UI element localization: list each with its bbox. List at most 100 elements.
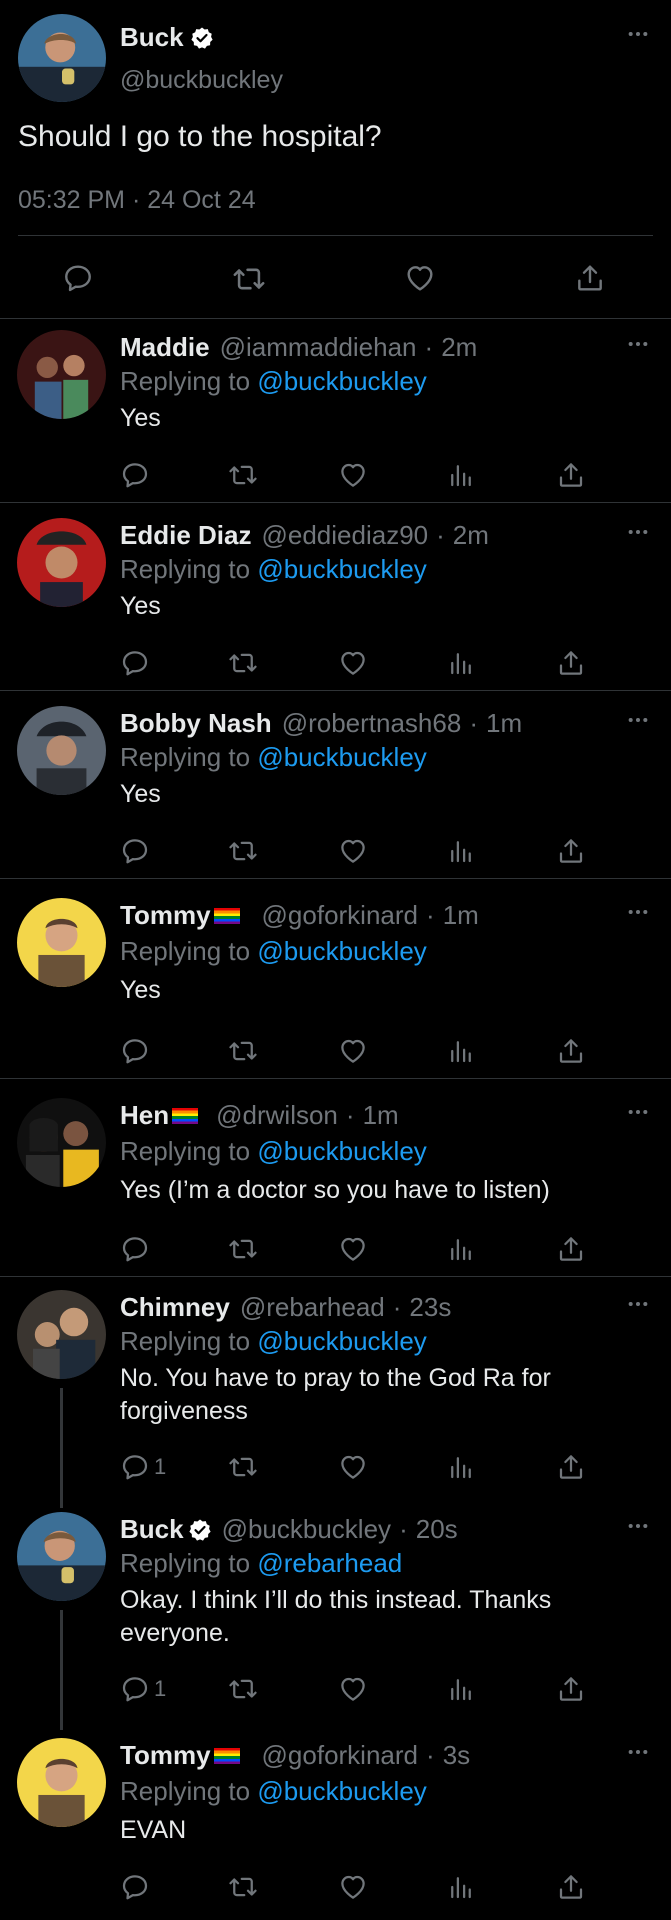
- share-icon[interactable]: [556, 1674, 586, 1704]
- retweet-icon[interactable]: [228, 1674, 258, 1704]
- heart-icon[interactable]: [338, 460, 368, 490]
- replying-to-link[interactable]: @buckbuckley: [257, 1776, 426, 1806]
- reply-tweet[interactable]: Buck @buckbuckley · 20s Replying to @rebarh…: [0, 1502, 671, 1724]
- ellipsis-icon[interactable]: [627, 1108, 649, 1116]
- views-icon[interactable]: [446, 648, 476, 678]
- heart-icon[interactable]: [338, 1872, 368, 1902]
- views-icon[interactable]: [446, 1872, 476, 1902]
- reply-time[interactable]: 3s: [443, 1740, 470, 1771]
- share-icon[interactable]: [556, 648, 586, 678]
- reply-tweet[interactable]: Maddie @iammaddiehan · 2m Replying to @buck…: [0, 320, 671, 502]
- retweet-icon[interactable]: [232, 262, 266, 296]
- avatar[interactable]: [17, 1098, 106, 1187]
- reply-author-handle[interactable]: @iammaddiehan: [220, 332, 417, 363]
- share-icon[interactable]: [556, 460, 586, 490]
- views-icon[interactable]: [446, 1036, 476, 1066]
- views-icon[interactable]: [446, 1234, 476, 1264]
- replying-to-link[interactable]: @buckbuckley: [257, 554, 426, 584]
- reply-time[interactable]: 20s: [416, 1514, 458, 1545]
- share-icon[interactable]: [556, 1036, 586, 1066]
- share-icon[interactable]: [556, 1872, 586, 1902]
- heart-icon[interactable]: [338, 1234, 368, 1264]
- reply-tweet[interactable]: Tommy @goforkinard · 3s Replying to @buckbu…: [0, 1728, 671, 1920]
- replying-to-link[interactable]: @buckbuckley: [257, 936, 426, 966]
- replying-to-link[interactable]: @buckbuckley: [257, 742, 426, 772]
- reply-time[interactable]: 1m: [363, 1100, 399, 1131]
- avatar[interactable]: [18, 14, 106, 102]
- reply-author-handle[interactable]: @eddiediaz90: [261, 520, 428, 551]
- retweet-icon[interactable]: [228, 1452, 258, 1482]
- retweet-icon[interactable]: [228, 1872, 258, 1902]
- views-icon[interactable]: [446, 836, 476, 866]
- avatar[interactable]: [17, 1290, 106, 1379]
- author-name[interactable]: Buck: [120, 22, 184, 53]
- replying-to-link[interactable]: @buckbuckley: [257, 366, 426, 396]
- ellipsis-icon[interactable]: [627, 1748, 649, 1756]
- reply-author-handle[interactable]: @goforkinard: [262, 900, 418, 931]
- avatar[interactable]: [17, 706, 106, 795]
- ellipsis-icon[interactable]: [627, 1522, 649, 1530]
- heart-icon[interactable]: [338, 836, 368, 866]
- reply-author-name[interactable]: Hen: [120, 1100, 169, 1131]
- share-icon[interactable]: [556, 836, 586, 866]
- reply-tweet[interactable]: Eddie Diaz @eddiediaz90 · 2m Replying to @b…: [0, 508, 671, 690]
- reply-icon[interactable]: [120, 1234, 150, 1264]
- reply-author-name[interactable]: Maddie: [120, 332, 210, 363]
- replying-to-link[interactable]: @buckbuckley: [257, 1326, 426, 1356]
- reply-icon[interactable]: [62, 262, 94, 294]
- reply-author-handle[interactable]: @buckbuckley: [222, 1514, 391, 1545]
- ellipsis-icon[interactable]: [627, 340, 649, 348]
- views-icon[interactable]: [446, 460, 476, 490]
- reply-icon[interactable]: [120, 1452, 150, 1482]
- reply-time[interactable]: 1m: [486, 708, 522, 739]
- reply-tweet[interactable]: Hen @drwilson · 1m Replying to @buckbuckley…: [0, 1088, 671, 1276]
- retweet-icon[interactable]: [228, 1234, 258, 1264]
- views-icon[interactable]: [446, 1452, 476, 1482]
- views-icon[interactable]: [446, 1674, 476, 1704]
- reply-icon[interactable]: [120, 836, 150, 866]
- retweet-icon[interactable]: [228, 460, 258, 490]
- heart-icon[interactable]: [338, 648, 368, 678]
- retweet-icon[interactable]: [228, 648, 258, 678]
- tweet-timestamp[interactable]: 05:32 PM · 24 Oct 24: [18, 186, 256, 215]
- reply-time[interactable]: 1m: [443, 900, 479, 931]
- share-icon[interactable]: [556, 1234, 586, 1264]
- reply-author-name[interactable]: Eddie Diaz: [120, 520, 251, 551]
- ellipsis-icon[interactable]: [627, 528, 649, 536]
- replying-to-link[interactable]: @buckbuckley: [257, 1136, 426, 1166]
- share-icon[interactable]: [574, 262, 606, 294]
- avatar[interactable]: [17, 1512, 106, 1601]
- avatar[interactable]: [17, 518, 106, 607]
- reply-author-name[interactable]: Chimney: [120, 1292, 230, 1323]
- reply-icon[interactable]: [120, 460, 150, 490]
- ellipsis-icon[interactable]: [627, 30, 649, 38]
- reply-icon[interactable]: [120, 1872, 150, 1902]
- reply-author-name[interactable]: Tommy: [120, 900, 211, 931]
- heart-icon[interactable]: [338, 1036, 368, 1066]
- reply-icon[interactable]: [120, 1674, 150, 1704]
- reply-author-handle[interactable]: @rebarhead: [240, 1292, 385, 1323]
- reply-time[interactable]: 2m: [441, 332, 477, 363]
- ellipsis-icon[interactable]: [627, 716, 649, 724]
- author-handle[interactable]: @buckbuckley: [120, 66, 283, 95]
- reply-author-name[interactable]: Tommy: [120, 1740, 211, 1771]
- reply-author-handle[interactable]: @goforkinard: [262, 1740, 418, 1771]
- reply-icon[interactable]: [120, 1036, 150, 1066]
- reply-icon[interactable]: [120, 648, 150, 678]
- avatar[interactable]: [17, 898, 106, 987]
- share-icon[interactable]: [556, 1452, 586, 1482]
- retweet-icon[interactable]: [228, 1036, 258, 1066]
- reply-author-name[interactable]: Buck: [120, 1514, 184, 1545]
- reply-time[interactable]: 2m: [453, 520, 489, 551]
- ellipsis-icon[interactable]: [627, 908, 649, 916]
- reply-time[interactable]: 23s: [409, 1292, 451, 1323]
- heart-icon[interactable]: [338, 1674, 368, 1704]
- reply-tweet[interactable]: Tommy @goforkinard · 1m Replying to @buckbu…: [0, 888, 671, 1078]
- reply-tweet[interactable]: Chimney @rebarhead · 23s Replying to @buckb…: [0, 1280, 671, 1500]
- replying-to-link[interactable]: @rebarhead: [257, 1548, 402, 1578]
- reply-author-handle[interactable]: @robertnash68: [282, 708, 462, 739]
- retweet-icon[interactable]: [228, 836, 258, 866]
- reply-tweet[interactable]: Bobby Nash @robertnash68 · 1m Replying to @…: [0, 696, 671, 878]
- avatar[interactable]: [17, 1738, 106, 1827]
- ellipsis-icon[interactable]: [627, 1300, 649, 1308]
